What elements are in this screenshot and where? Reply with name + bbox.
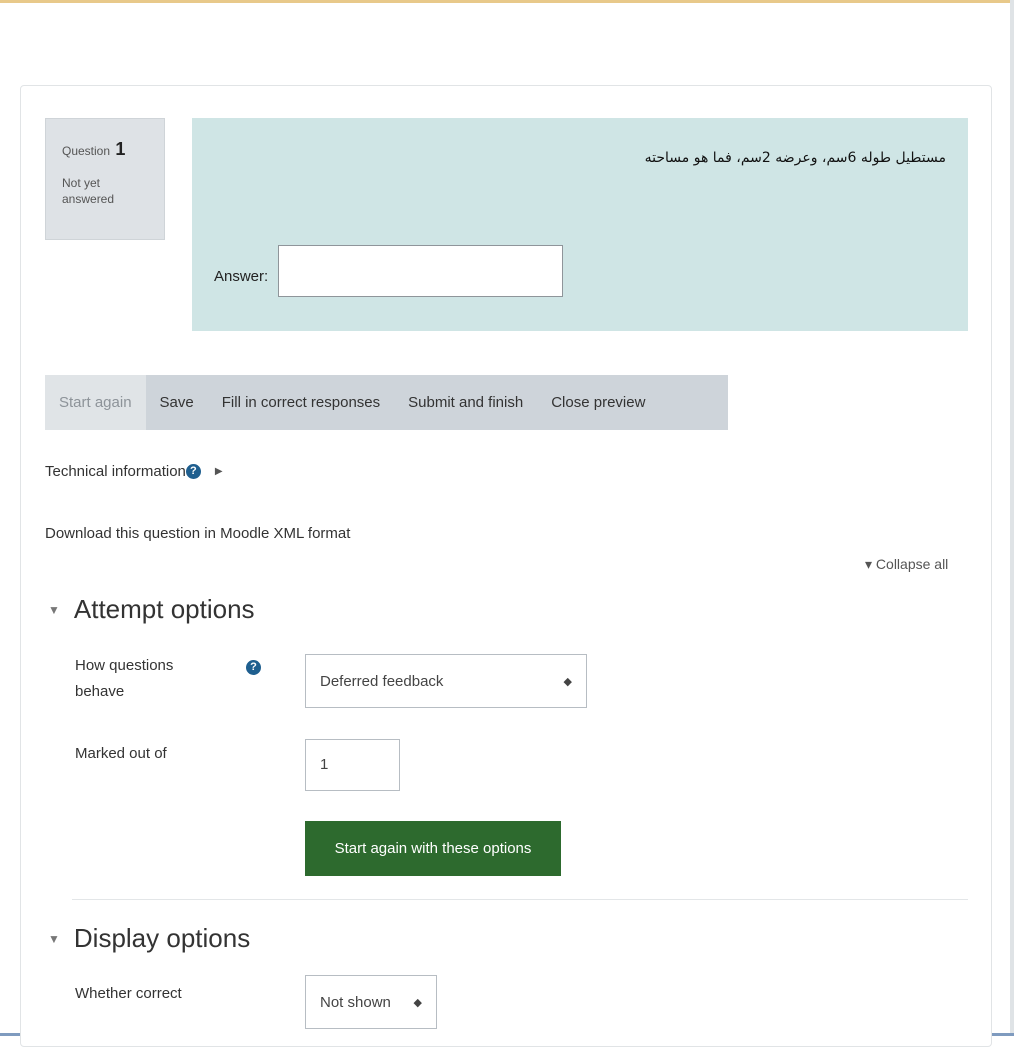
attempt-options-heading[interactable]: ▼ Attempt options (48, 594, 255, 625)
whether-correct-select[interactable]: Not shown ◆ (305, 975, 437, 1029)
question-info: Question 1 Not yet answered (45, 118, 165, 240)
question-number: Question 1 (62, 139, 125, 160)
top-border (0, 0, 1014, 3)
question-state: Not yet answered (62, 176, 115, 206)
question-number-value: 1 (115, 139, 126, 159)
start-again-with-options-button[interactable]: Start again with these options (305, 821, 561, 876)
attempt-options-title[interactable]: Attempt options (74, 594, 255, 625)
technical-information-label[interactable]: Technical information (45, 463, 186, 480)
select-arrows-icon: ◆ (563, 675, 572, 688)
scrollbar[interactable] (1010, 0, 1014, 1036)
preview-controls: Start again Save Fill in correct respons… (45, 375, 728, 430)
select-arrows-icon: ◆ (413, 996, 422, 1009)
display-options-title[interactable]: Display options (74, 923, 250, 954)
caret-down-icon: ▼ (48, 931, 60, 946)
question-circle-icon[interactable]: ? (185, 464, 201, 479)
answer-label: Answer: (214, 268, 269, 285)
section-divider (72, 899, 968, 900)
start-again-button[interactable]: Start again (45, 375, 146, 430)
question-text: مستطيل طوله 6سم، وعرضه 2سم، فما هو مساحت… (644, 150, 946, 166)
how-questions-behave-label: How questions behave (75, 657, 174, 700)
whether-correct-value: Not shown (320, 993, 391, 1011)
how-questions-behave-value: Deferred feedback (320, 672, 444, 690)
display-options-heading[interactable]: ▼ Display options (48, 923, 250, 954)
download-xml-link[interactable]: Download this question in Moodle XML for… (45, 525, 350, 542)
caret-right-icon[interactable]: ▶ (215, 466, 223, 477)
marked-out-of-input[interactable]: 1 (305, 739, 400, 791)
how-questions-behave-select[interactable]: Deferred feedback ◆ (305, 654, 587, 708)
question-formulation: مستطيل طوله 6سم، وعرضه 2سم، فما هو مساحت… (192, 118, 968, 331)
caret-down-icon: ▼ (48, 602, 60, 617)
save-button[interactable]: Save (146, 375, 208, 430)
submit-finish-button[interactable]: Submit and finish (394, 375, 537, 430)
question-label: Question (62, 144, 111, 158)
fill-correct-button[interactable]: Fill in correct responses (208, 375, 394, 430)
answer-input[interactable] (278, 245, 563, 297)
technical-information-link[interactable]: Technical information ? ▶ (45, 463, 223, 480)
marked-out-of-label: Marked out of (75, 745, 167, 762)
collapse-all-link[interactable]: ▾ Collapse all (865, 556, 948, 573)
whether-correct-label: Whether correct (75, 985, 182, 1002)
collapse-all-label[interactable]: Collapse all (876, 556, 948, 572)
caret-down-icon: ▾ (865, 556, 873, 572)
question-circle-icon[interactable]: ? (246, 660, 261, 675)
close-preview-button[interactable]: Close preview (537, 375, 659, 430)
